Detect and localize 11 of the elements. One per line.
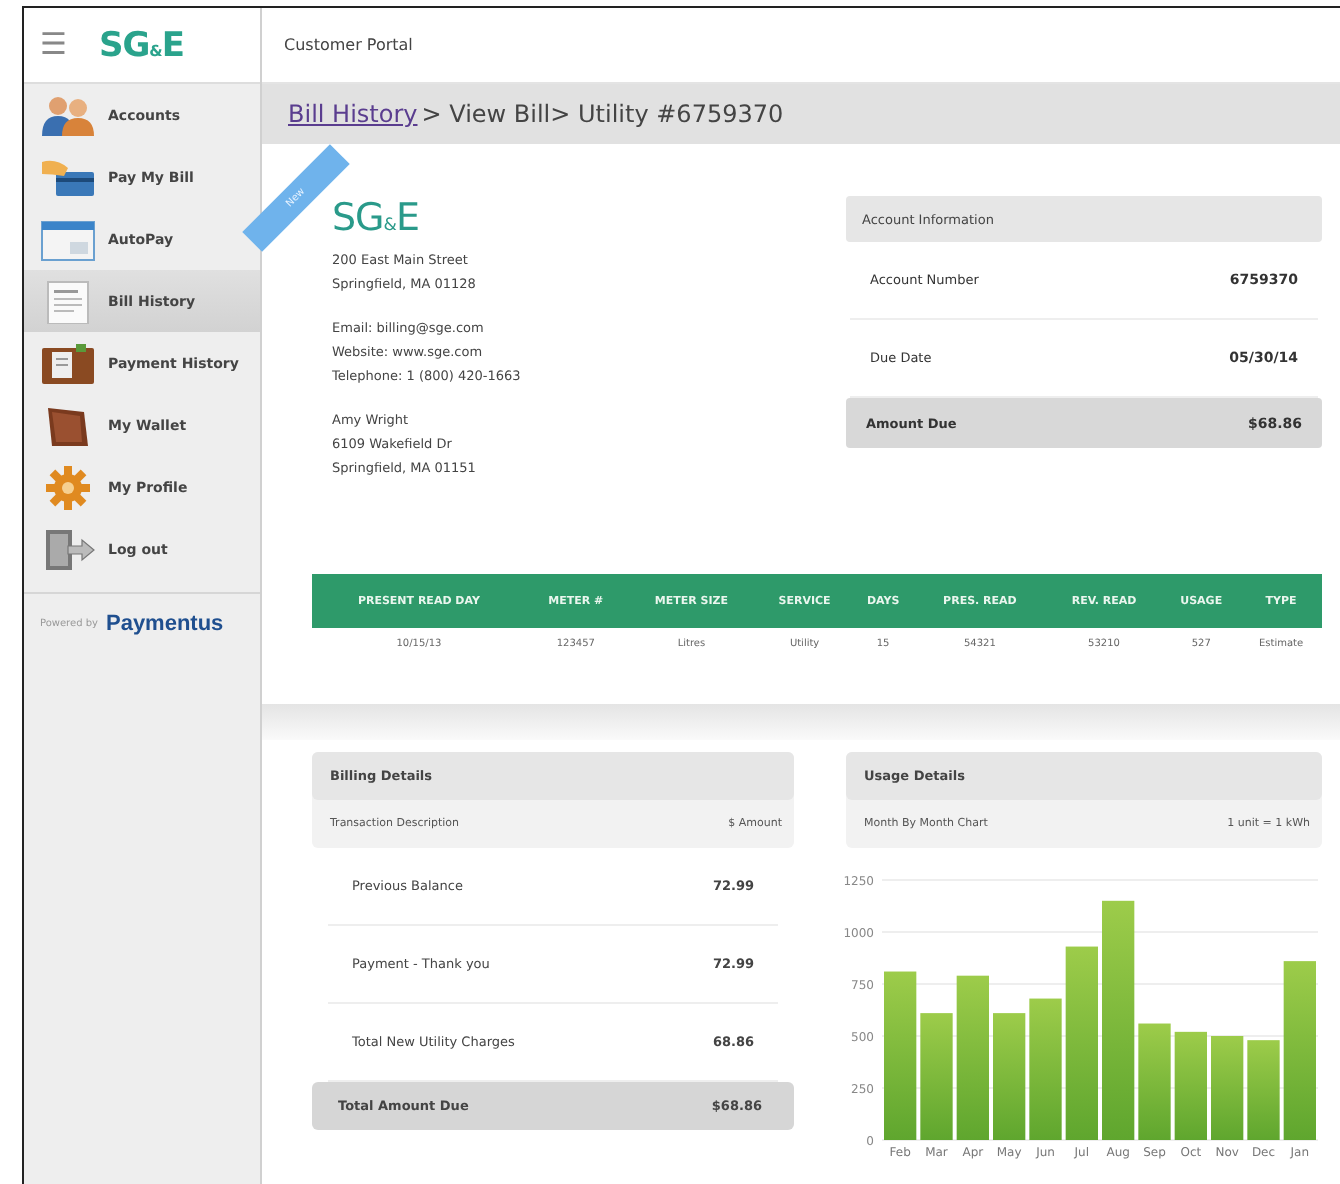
gear-icon bbox=[40, 465, 96, 509]
folder-icon bbox=[40, 341, 96, 385]
breadcrumb-text: > View Bill> Utility #6759370 bbox=[421, 100, 784, 128]
exit-door-icon bbox=[40, 527, 96, 571]
calendar-icon bbox=[40, 217, 96, 261]
card-icon bbox=[40, 155, 96, 199]
people-icon bbox=[40, 93, 96, 137]
breadcrumb-link[interactable]: Bill History bbox=[288, 100, 418, 128]
menu-icon[interactable]: ☰ bbox=[40, 30, 67, 60]
header-title: Customer Portal bbox=[284, 36, 413, 54]
brand-logo: Paymentus bbox=[105, 612, 224, 636]
